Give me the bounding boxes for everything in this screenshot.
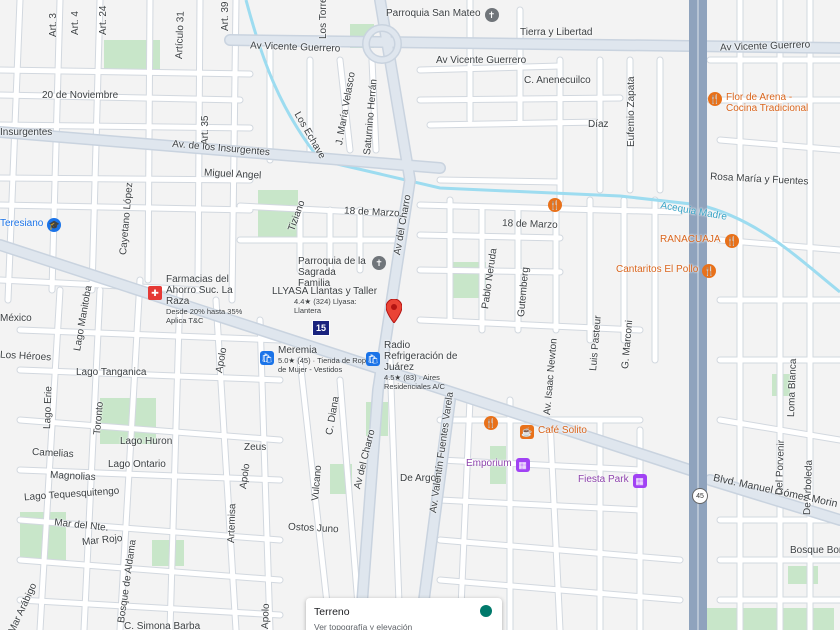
street-label: C. Simona Barba bbox=[124, 621, 201, 630]
street-label: Art. 39 bbox=[220, 1, 231, 31]
poi-restaurant-418[interactable]: 🍴 bbox=[484, 416, 498, 430]
street-label: Insurgentes bbox=[0, 127, 53, 138]
shopping-bag-icon: 🛍 bbox=[366, 352, 380, 366]
poi-title: Parroquia San Mateo bbox=[386, 8, 481, 19]
poi-title: Parroquia de la Sagrada Familia bbox=[298, 256, 366, 289]
poi-title: Fiesta Park bbox=[578, 474, 629, 485]
location-pin-icon[interactable] bbox=[385, 298, 403, 328]
street-label: De Arboleda bbox=[802, 459, 815, 516]
poi-title: Flor de Arena - Cocina Tradicional bbox=[726, 92, 809, 114]
terrain-subtitle: Ver topografía y elevación bbox=[314, 622, 413, 630]
restaurant-icon: 🍴 bbox=[702, 264, 717, 278]
park-area bbox=[152, 540, 184, 566]
street-label: Lago Ontario bbox=[108, 459, 166, 470]
terrain-toggle[interactable] bbox=[470, 603, 498, 619]
poi-emporium[interactable]: Emporium ▦ bbox=[466, 458, 530, 472]
poi-ranacuaja[interactable]: RANACUAJA 🍴 bbox=[660, 234, 739, 248]
toggle-knob bbox=[480, 605, 492, 617]
poi-fiesta-park[interactable]: Fiesta Park ▦ bbox=[578, 474, 647, 488]
poi-title: RANACUAJA bbox=[660, 234, 721, 245]
street-label: Lago Tanganica bbox=[76, 367, 147, 378]
street-label: Del Porvenir bbox=[774, 439, 787, 496]
street-label: Lago Huron bbox=[120, 436, 173, 447]
street-label: Art. 4 bbox=[70, 11, 81, 35]
poi-cafe-solito[interactable]: ☕ Café Solito bbox=[520, 425, 587, 439]
street-label: Eufemio Zapata bbox=[626, 76, 637, 147]
tire-shop-icon[interactable]: 15 bbox=[312, 320, 330, 336]
terrain-title: Terreno bbox=[314, 606, 350, 618]
street-label: México bbox=[0, 313, 32, 324]
poi-title: Meremia bbox=[278, 345, 317, 356]
shopping-bag-icon: 🛍 bbox=[260, 351, 274, 365]
poi-teresiano[interactable]: Teresiano 🎓 bbox=[0, 218, 62, 232]
poi-title: Emporium bbox=[466, 458, 512, 469]
poi-title: Café Solito bbox=[538, 425, 587, 436]
poi-title: Radio Refrigeración de Juárez bbox=[384, 340, 458, 373]
poi-subtitle: 4.5★ (83) · Aires Residenciales A/C bbox=[384, 373, 445, 392]
street-label: 20 de Noviembre bbox=[42, 90, 119, 101]
restaurant-icon: 🍴 bbox=[724, 234, 739, 248]
poi-shield-198[interactable]: 🍴 bbox=[548, 198, 562, 212]
street-label: Zeus bbox=[244, 442, 267, 453]
poi-farmacias-del-ahorro[interactable]: ✚ Farmacias del Ahorro Suc. La Raza Desd… bbox=[148, 274, 256, 326]
poi-title: Cantaritos El Pollo bbox=[616, 264, 699, 275]
poi-title: LLYASA Llantas y Taller bbox=[272, 286, 378, 297]
poi-parroquia-san-mateo[interactable]: ✝ Parroquia San Mateo bbox=[386, 8, 499, 22]
street-label: Apolo bbox=[260, 603, 272, 630]
restaurant-icon: 🍴 bbox=[548, 198, 562, 212]
street-label: C. Anenecuilco bbox=[524, 75, 591, 86]
poi-parroquia-sagrada-familia[interactable]: Parroquia de la Sagrada Familia ✝ bbox=[298, 256, 386, 289]
church-icon: ✝ bbox=[372, 256, 386, 270]
poi-subtitle: 5.0★ (45) · Tienda de Ropa de Mujer - Ve… bbox=[278, 356, 371, 375]
poi-flor-de-arena[interactable]: 🍴 Flor de Arena - Cocina Tradicional bbox=[708, 92, 816, 114]
street-label: Bosque Boni bbox=[790, 545, 840, 556]
church-icon: ✝ bbox=[484, 8, 499, 22]
street-label: Díaz bbox=[588, 119, 609, 130]
restaurant-icon: 🍴 bbox=[708, 92, 722, 106]
school-icon: 🎓 bbox=[47, 218, 62, 232]
street-label: Artemisa bbox=[226, 503, 239, 544]
poi-subtitle: Desde 20% hasta 35% Aplica T&C bbox=[166, 307, 243, 326]
terrain-layer-card[interactable]: Terreno Ver topografía y elevación bbox=[306, 598, 502, 630]
street-label: Loma Blanca bbox=[786, 358, 800, 418]
street-label: 18 de Marzo bbox=[501, 218, 558, 231]
street-label: Camelias bbox=[31, 446, 74, 461]
poi-meremia[interactable]: 🛍 Meremia 5.0★ (45) · Tienda de Ropa de … bbox=[260, 345, 378, 375]
poi-llyasa[interactable]: LLYASA Llantas y Taller 4.4★ (324) Llyas… bbox=[272, 286, 377, 316]
building-icon: ▦ bbox=[515, 458, 530, 472]
park-area bbox=[704, 608, 834, 630]
building-icon: ▦ bbox=[632, 474, 647, 488]
street-label: Los Torres bbox=[318, 0, 329, 39]
street-label: Art. 24 bbox=[98, 5, 109, 35]
street-label: Art. 3 bbox=[48, 13, 59, 37]
street-label: Lago Erie bbox=[42, 386, 55, 430]
street-label: Av Vicente Guerrero bbox=[436, 55, 527, 66]
coffee-icon: ☕ bbox=[520, 425, 534, 439]
poi-title: Teresiano bbox=[0, 218, 44, 229]
restaurant-icon: 🍴 bbox=[484, 416, 498, 430]
street-label: Artículo 31 bbox=[174, 11, 187, 60]
pharmacy-icon: ✚ bbox=[148, 286, 162, 300]
map-canvas[interactable]: Art. 3 Art. 4 Art. 24 Artículo 31 Art. 3… bbox=[0, 0, 840, 630]
poi-subtitle: 4.4★ (324) Llyasa: Llantera bbox=[294, 297, 357, 316]
poi-radio-refrigeracion[interactable]: 🛍 Radio Refrigeración de Juárez 4.5★ (83… bbox=[366, 340, 470, 392]
poi-cantaritos-el-pollo[interactable]: Cantaritos El Pollo 🍴 bbox=[616, 264, 717, 278]
highway-45-shield: 45 bbox=[692, 488, 708, 504]
street-label: Tierra y Libertad bbox=[520, 27, 593, 38]
poi-title: Farmacias del Ahorro Suc. La Raza bbox=[166, 274, 233, 307]
